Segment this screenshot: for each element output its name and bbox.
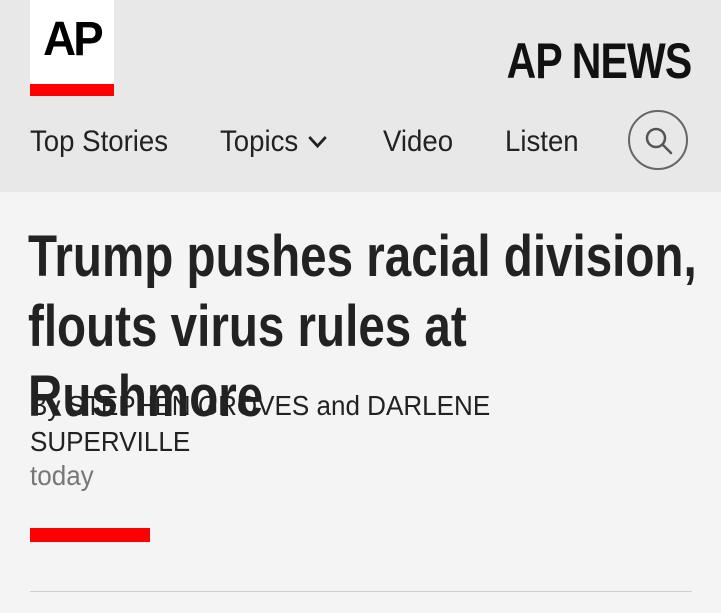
chevron-down-icon [308, 135, 327, 149]
site-header: AP AP NEWS Top Stories Topics Video List… [0, 0, 721, 192]
nav-top-stories-label: Top Stories [30, 125, 169, 158]
nav-listen[interactable]: Listen [505, 125, 579, 159]
nav-video[interactable]: Video [383, 125, 453, 159]
main-nav: Top Stories Topics Video Listen [30, 118, 631, 166]
section-divider [30, 591, 692, 592]
nav-listen-label: Listen [505, 125, 579, 158]
brand-wordmark[interactable]: AP NEWS [506, 36, 692, 86]
logo-red-bar [30, 84, 114, 96]
article-byline: By STEPHEN GROVES and DARLENE SUPERVILLE [30, 390, 491, 457]
nav-video-label: Video [383, 125, 454, 158]
search-icon [645, 127, 673, 155]
nav-top-stories[interactable]: Top Stories [30, 125, 168, 159]
nav-topics-label: Topics [220, 125, 299, 158]
article-date: today [30, 460, 94, 491]
accent-rule [30, 528, 150, 542]
nav-topics[interactable]: Topics [220, 125, 328, 159]
ap-logo[interactable]: AP [30, 0, 114, 96]
ap-logo-text: AP [43, 13, 104, 66]
search-button[interactable] [628, 110, 688, 170]
